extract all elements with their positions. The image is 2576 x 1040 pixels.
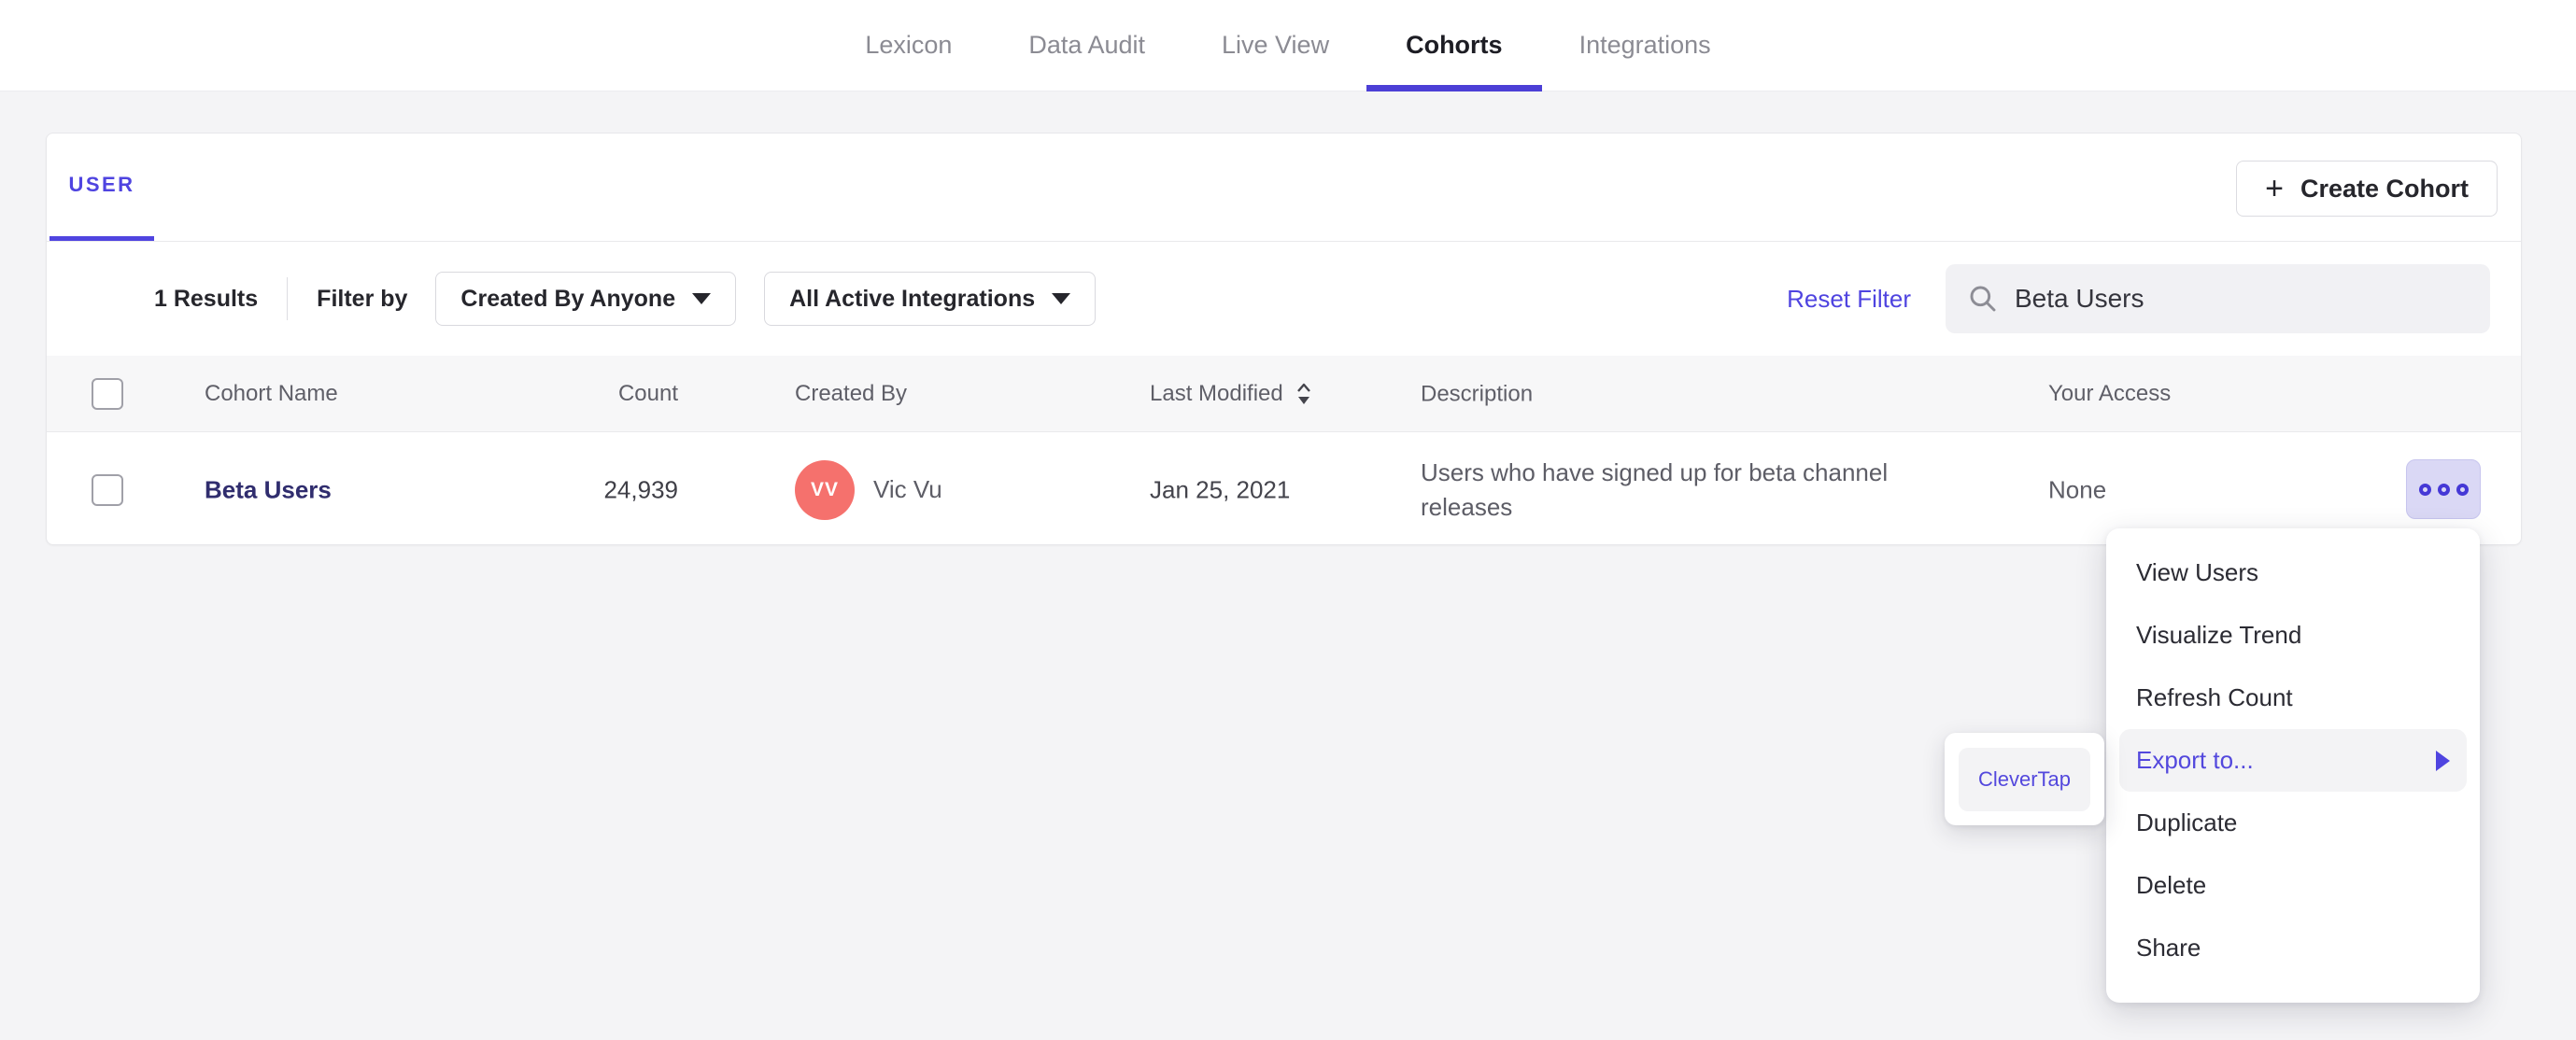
- ellipsis-icon: [2418, 483, 2431, 496]
- column-your-access: Your Access: [2048, 380, 2172, 406]
- divider: [287, 277, 289, 320]
- creator-name: Vic Vu: [873, 475, 942, 503]
- row-actions-button[interactable]: [2406, 459, 2481, 519]
- tab-user[interactable]: USER: [50, 134, 154, 241]
- cohorts-screen: Lexicon Data Audit Live View Cohorts Int…: [0, 0, 2576, 1040]
- nav-item-integrations[interactable]: Integrations: [1579, 0, 1711, 91]
- integrations-dropdown[interactable]: All Active Integrations: [764, 272, 1097, 326]
- nav-item-lexicon[interactable]: Lexicon: [865, 0, 952, 91]
- menu-item-delete[interactable]: Delete: [2106, 854, 2480, 917]
- ellipsis-icon: [2437, 483, 2450, 496]
- submenu-arrow-icon: [2436, 750, 2450, 771]
- menu-item-view-users[interactable]: View Users: [2106, 541, 2480, 604]
- column-last-modified[interactable]: Last Modified: [1150, 381, 1313, 407]
- results-count: 1 Results: [154, 285, 259, 312]
- filter-by-label: Filter by: [317, 285, 408, 312]
- menu-item-duplicate[interactable]: Duplicate: [2106, 792, 2480, 854]
- column-created-by: Created By: [795, 380, 908, 406]
- create-cohort-button[interactable]: + Create Cohort: [2236, 161, 2498, 217]
- table-header: Cohort Name Count Created By Last Modifi…: [47, 356, 2521, 432]
- nav-item-cohorts[interactable]: Cohorts: [1366, 0, 1541, 91]
- column-last-modified-label: Last Modified: [1150, 380, 1283, 406]
- select-all-checkbox[interactable]: [92, 377, 123, 410]
- nav-item-data-audit[interactable]: Data Audit: [1028, 0, 1145, 91]
- plus-icon: +: [2265, 171, 2284, 206]
- cohorts-card: USER + Create Cohort 1 Results Filter by…: [46, 133, 2522, 545]
- column-cohort-name: Cohort Name: [205, 380, 338, 406]
- row-checkbox[interactable]: [92, 473, 123, 506]
- created-by-cell: VV Vic Vu: [795, 459, 942, 520]
- menu-item-export-to[interactable]: Export to...: [2119, 729, 2467, 792]
- cohort-name-link[interactable]: Beta Users: [205, 475, 332, 504]
- create-cohort-label: Create Cohort: [2300, 174, 2469, 203]
- search-input[interactable]: [2015, 284, 2468, 314]
- menu-item-share[interactable]: Share: [2106, 917, 2480, 979]
- search-box[interactable]: [1946, 264, 2490, 333]
- chevron-down-icon: [692, 293, 712, 304]
- search-icon: [1970, 286, 1996, 312]
- avatar: VV: [795, 459, 855, 520]
- created-by-dropdown[interactable]: Created By Anyone: [435, 272, 737, 326]
- cohort-count: 24,939: [603, 475, 678, 503]
- description-cell: Users who have signed up for beta channe…: [1421, 457, 1889, 521]
- row-context-menu: View Users Visualize Trend Refresh Count…: [2106, 528, 2480, 1003]
- created-by-dropdown-value: Created By Anyone: [460, 285, 676, 312]
- your-access-cell: None: [2048, 475, 2107, 503]
- column-count: Count: [617, 380, 678, 406]
- menu-item-visualize-trend[interactable]: Visualize Trend: [2106, 604, 2480, 667]
- menu-item-refresh-count[interactable]: Refresh Count: [2106, 667, 2480, 729]
- submenu-item-clevertap[interactable]: CleverTap: [1959, 747, 2090, 811]
- menu-item-export-to-label: Export to...: [2136, 746, 2254, 774]
- top-nav: Lexicon Data Audit Live View Cohorts Int…: [0, 0, 2576, 91]
- export-submenu: CleverTap: [1945, 733, 2104, 825]
- ellipsis-icon: [2456, 483, 2469, 496]
- filter-bar: 1 Results Filter by Created By Anyone Al…: [47, 242, 2521, 356]
- last-modified-cell: Jan 25, 2021: [1150, 475, 1291, 503]
- nav-item-live-view[interactable]: Live View: [1222, 0, 1329, 91]
- integrations-dropdown-value: All Active Integrations: [789, 285, 1036, 312]
- reset-filter-link[interactable]: Reset Filter: [1787, 285, 1911, 314]
- chevron-down-icon: [1052, 293, 1071, 304]
- column-description: Description: [1421, 381, 1534, 406]
- tabs-row: USER + Create Cohort: [47, 134, 2521, 242]
- sort-icon: [1296, 383, 1310, 404]
